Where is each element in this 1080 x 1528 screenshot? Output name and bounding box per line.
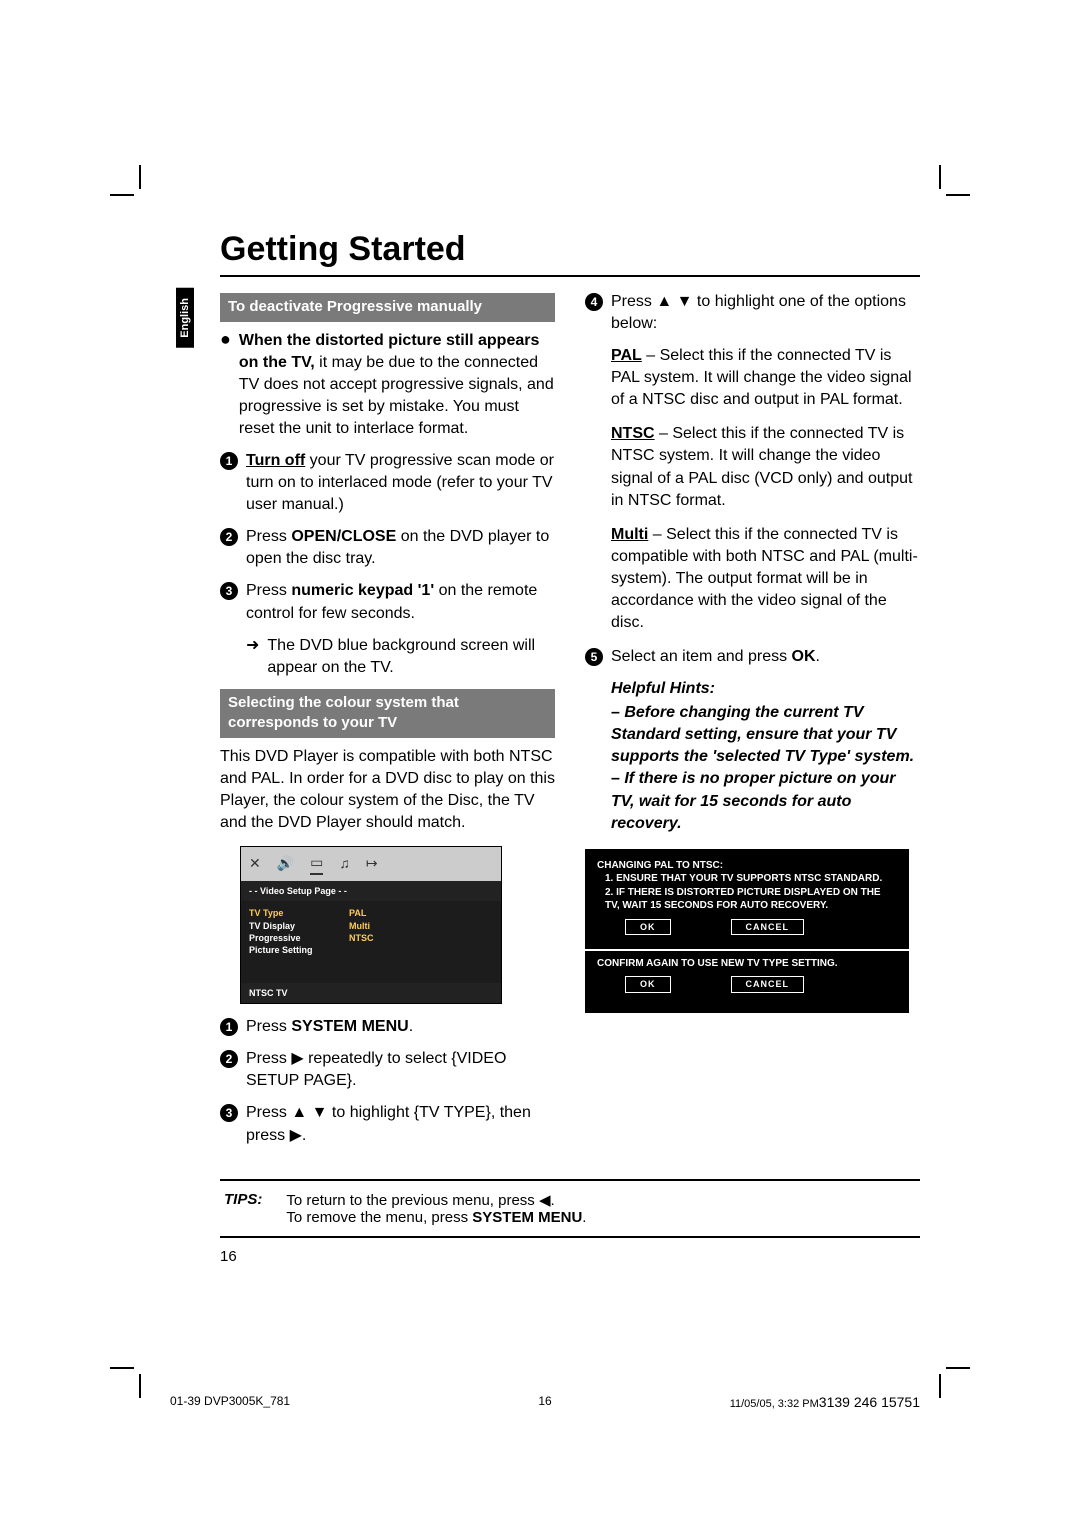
tips-label: TIPS: [224, 1191, 262, 1226]
body-text: Press SYSTEM MENU. [246, 1016, 413, 1038]
dialog-text: 2. IF THERE IS DISTORTED PICTURE DISPLAY… [597, 886, 897, 913]
body-text: Press ▲ ▼ to highlight {TV TYPE}, then p… [246, 1102, 555, 1146]
osd-row: ProgressiveNTSC [249, 932, 493, 944]
body-text: Press numeric keypad '1' on the remote c… [246, 580, 555, 624]
manual-page: English Getting Started To deactivate Pr… [0, 0, 1080, 1528]
dialog-text: 1. ENSURE THAT YOUR TV SUPPORTS NTSC STA… [597, 872, 897, 886]
ok-button[interactable]: OK [625, 919, 671, 935]
ok-button[interactable]: OK [625, 976, 671, 992]
option-multi: Multi – Select this if the connected TV … [611, 524, 920, 634]
step-4-icon: 4 [585, 291, 603, 335]
video-setup-icon: ▭ [310, 853, 323, 874]
option-pal: PAL – Select this if the connected TV is… [611, 345, 920, 411]
osd-row: TV DisplayMulti [249, 920, 493, 932]
cropmark-icon [120, 1348, 160, 1388]
right-column: 4 Press ▲ ▼ to highlight one of the opti… [585, 287, 920, 1157]
osd-title: - - Video Setup Page - - [241, 881, 501, 901]
page-number: 16 [220, 1248, 920, 1265]
dialog-heading: CHANGING PAL TO NTSC: [597, 859, 897, 873]
body-text: Press OPEN/CLOSE on the DVD player to op… [246, 526, 555, 570]
audio-setup-icon: 🔊 [277, 854, 294, 873]
footer-pagenum: 16 [538, 1394, 551, 1408]
language-tab: English [176, 288, 194, 348]
step-1-icon: 1 [220, 1016, 238, 1038]
arrow-icon: ➜ [246, 635, 259, 679]
osd-tab-icons: ✕ 🔊 ▭ ♫ ↦ [241, 847, 501, 880]
osd-menu: ✕ 🔊 ▭ ♫ ↦ - - Video Setup Page - - TV Ty… [240, 846, 502, 1004]
cancel-button[interactable]: CANCEL [731, 919, 805, 935]
footer-meta: 11/05/05, 3:32 PM3139 246 15751 [730, 1394, 920, 1410]
step-3-icon: 3 [220, 580, 238, 624]
hints-text: – If there is no proper picture on your … [611, 768, 920, 834]
left-column: To deactivate Progressive manually ● Whe… [220, 287, 555, 1157]
step-5-icon: 5 [585, 646, 603, 668]
general-setup-icon: ✕ [249, 854, 261, 873]
body-text: Press ▶ repeatedly to select {VIDEO SETU… [246, 1048, 555, 1092]
dialog-heading: CONFIRM AGAIN TO USE NEW TV TYPE SETTING… [597, 957, 897, 971]
cropmark-icon [920, 175, 960, 215]
section-heading-colour: Selecting the colour system that corresp… [220, 689, 555, 738]
cropmark-icon [120, 175, 160, 215]
confirmation-dialog: CHANGING PAL TO NTSC: 1. ENSURE THAT YOU… [585, 849, 909, 1013]
body-text: When the distorted picture still appears… [239, 330, 555, 440]
page-content: English Getting Started To deactivate Pr… [220, 230, 920, 1358]
body-text: Turn off your TV progressive scan mode o… [246, 450, 555, 516]
cancel-button[interactable]: CANCEL [731, 976, 805, 992]
section-heading-deactivate: To deactivate Progressive manually [220, 293, 555, 322]
osd-footer: NTSC TV [241, 983, 501, 1003]
option-ntsc: NTSC – Select this if the connected TV i… [611, 423, 920, 511]
osd-row: Picture Setting [249, 944, 493, 956]
osd-row: TV TypePAL [249, 907, 493, 919]
step-2-icon: 2 [220, 526, 238, 570]
body-text: Select an item and press OK. [611, 646, 820, 668]
footer-filename: 01-39 DVP3005K_781 [170, 1394, 290, 1410]
body-text: This DVD Player is compatible with both … [220, 746, 555, 834]
exit-icon: ↦ [366, 854, 378, 873]
tips-bar: TIPS: To return to the previous menu, pr… [220, 1179, 920, 1238]
bullet-icon: ● [220, 330, 231, 440]
tips-text: To return to the previous menu, press ◀.… [286, 1191, 586, 1226]
preference-icon: ♫ [339, 854, 350, 873]
cropmark-icon [920, 1348, 960, 1388]
hints-heading: Helpful Hints: [611, 678, 920, 700]
print-footer: 01-39 DVP3005K_781 16 11/05/05, 3:32 PM3… [170, 1394, 920, 1410]
step-2-icon: 2 [220, 1048, 238, 1092]
body-text: Press ▲ ▼ to highlight one of the option… [611, 291, 920, 335]
step-1-icon: 1 [220, 450, 238, 516]
hints-text: – Before changing the current TV Standar… [611, 702, 920, 768]
page-title: Getting Started [220, 230, 920, 277]
step-3-icon: 3 [220, 1102, 238, 1146]
body-text: The DVD blue background screen will appe… [267, 635, 555, 679]
